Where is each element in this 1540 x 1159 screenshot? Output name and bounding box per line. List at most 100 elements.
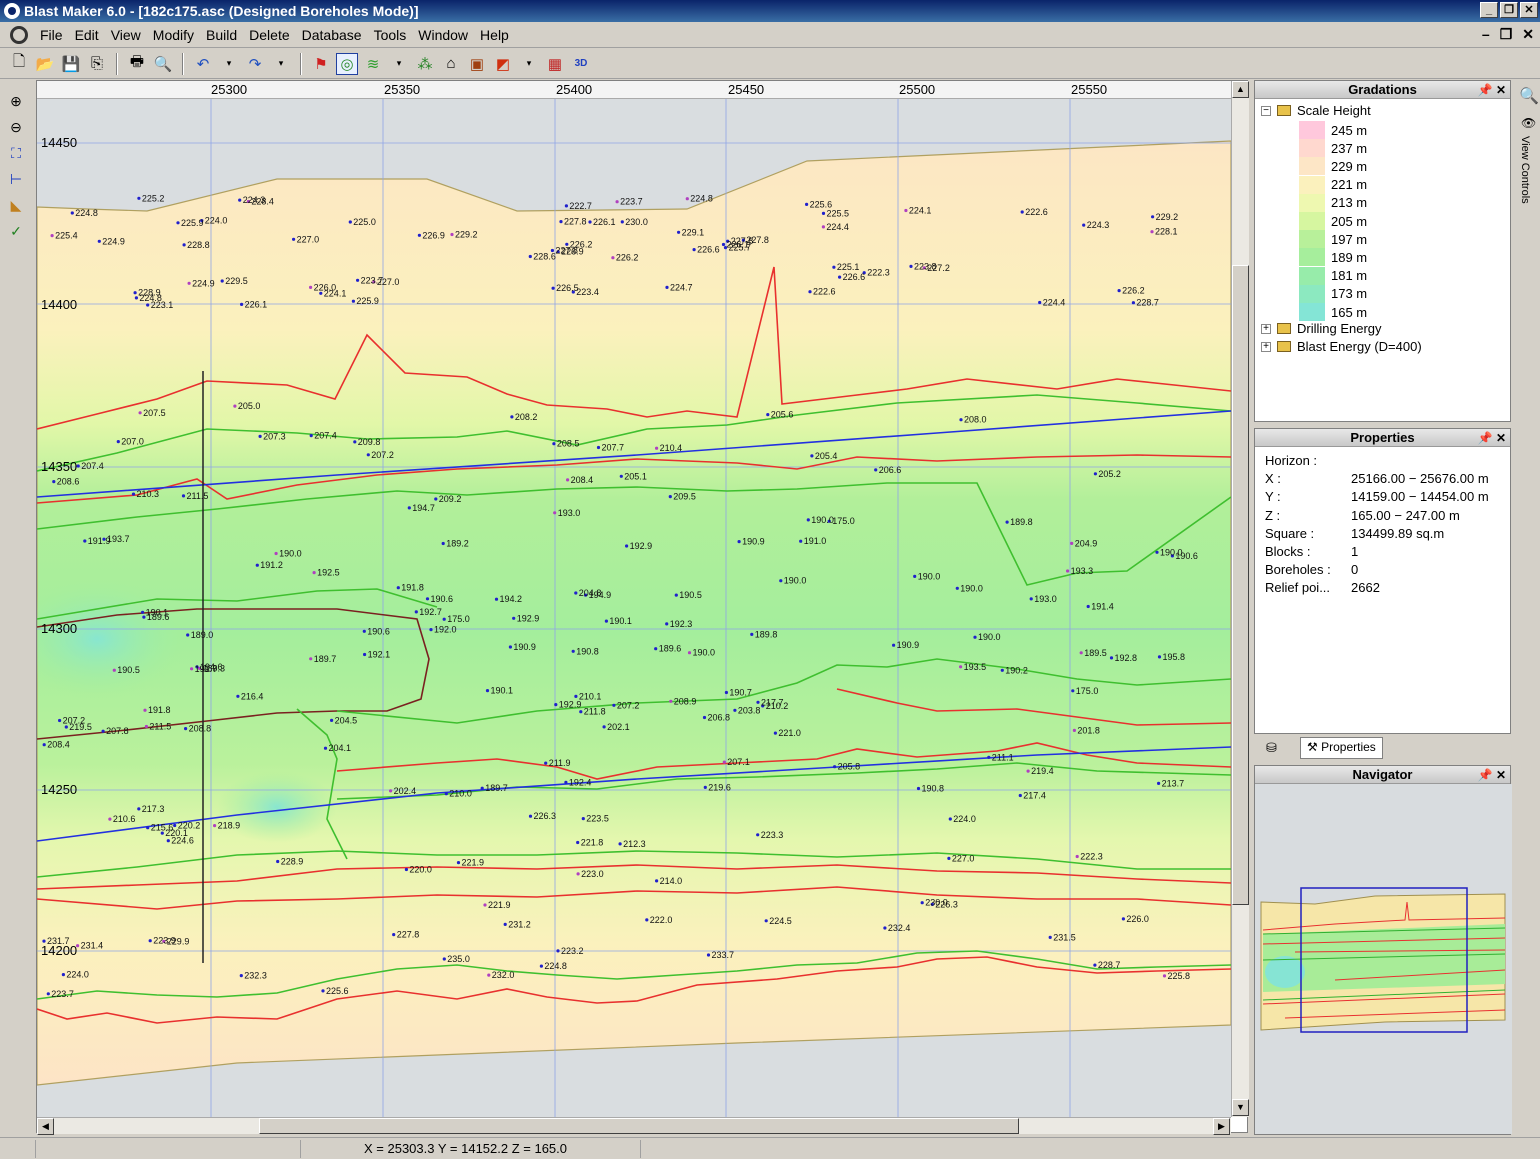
borehole-point[interactable] xyxy=(581,817,585,821)
pin-icon[interactable]: 📌 xyxy=(1478,768,1493,782)
borehole-point[interactable] xyxy=(987,755,991,760)
borehole-point[interactable] xyxy=(665,285,669,289)
menu-edit[interactable]: Edit xyxy=(69,27,105,43)
borehole-point[interactable] xyxy=(213,824,217,828)
borehole-point[interactable] xyxy=(677,230,681,234)
borehole-point[interactable] xyxy=(442,617,446,621)
borehole-point[interactable] xyxy=(1070,541,1074,545)
borehole-point[interactable] xyxy=(233,404,237,408)
borehole-point[interactable] xyxy=(1048,935,1052,940)
borehole-point[interactable] xyxy=(655,879,659,883)
borehole-point[interactable] xyxy=(722,760,726,764)
borehole-point[interactable] xyxy=(892,643,896,647)
borehole-point[interactable] xyxy=(703,785,707,790)
borehole-point[interactable] xyxy=(363,652,367,657)
borehole-point[interactable] xyxy=(1029,597,1033,601)
borehole-point[interactable] xyxy=(137,196,141,200)
copy-icon[interactable]: ⎘ xyxy=(86,53,108,75)
borehole-point[interactable] xyxy=(429,628,433,632)
borehole-point[interactable] xyxy=(138,411,142,415)
borehole-point[interactable] xyxy=(821,225,826,229)
borehole-point[interactable] xyxy=(131,492,136,496)
borehole-point[interactable] xyxy=(724,690,729,695)
menu-delete[interactable]: Delete xyxy=(243,27,295,43)
borehole-point[interactable] xyxy=(425,597,430,601)
borehole-point[interactable] xyxy=(417,233,421,237)
borehole-point[interactable] xyxy=(116,440,120,444)
borehole-point[interactable] xyxy=(52,480,56,484)
borehole-point[interactable] xyxy=(348,220,352,224)
borehole-point[interactable] xyxy=(805,202,809,206)
borehole-point[interactable] xyxy=(750,632,754,637)
borehole-point[interactable] xyxy=(186,633,190,637)
gradation-row[interactable]: 205 m xyxy=(1299,212,1367,230)
borehole-point[interactable] xyxy=(955,586,959,590)
borehole-point[interactable] xyxy=(144,724,148,729)
borehole-point[interactable] xyxy=(483,903,487,907)
borehole-point[interactable] xyxy=(487,973,491,977)
borehole-point[interactable] xyxy=(1026,769,1030,773)
borehole-point[interactable] xyxy=(444,792,448,796)
borehole-point[interactable] xyxy=(330,718,334,723)
borehole-point[interactable] xyxy=(625,544,629,548)
borehole-point[interactable] xyxy=(1162,974,1167,978)
minimize-button[interactable]: _ xyxy=(1480,2,1498,18)
borehole-point[interactable] xyxy=(959,665,963,669)
borehole-point[interactable] xyxy=(553,511,557,515)
borehole-point[interactable] xyxy=(276,859,280,864)
borehole-point[interactable] xyxy=(274,551,278,556)
vertical-scrollbar[interactable]: ▲ ▼ xyxy=(1231,81,1249,1117)
borehole-point[interactable] xyxy=(258,434,262,438)
borehole-point[interactable] xyxy=(1018,793,1022,798)
panel-close-icon[interactable]: ✕ xyxy=(1496,83,1506,97)
panel-close-icon[interactable]: ✕ xyxy=(1496,768,1506,782)
borehole-point[interactable] xyxy=(137,807,141,811)
borehole-point[interactable] xyxy=(668,495,672,499)
horizontal-scrollbar[interactable]: ◀ ▶ xyxy=(37,1117,1231,1135)
contour-icon[interactable]: ◎ xyxy=(336,52,358,75)
borehole-point[interactable] xyxy=(1121,917,1125,921)
borehole-point[interactable] xyxy=(190,667,194,671)
gradation-row[interactable]: 237 m xyxy=(1299,139,1367,158)
close-button[interactable]: ✕ xyxy=(1520,2,1538,18)
borehole-point[interactable] xyxy=(133,291,137,295)
borehole-point[interactable] xyxy=(450,232,454,237)
borehole-point[interactable] xyxy=(1151,215,1155,219)
horizontal-scroll-thumb[interactable] xyxy=(259,1118,1019,1134)
borehole-point[interactable] xyxy=(503,922,507,927)
zoom-in-icon[interactable]: ⊕ xyxy=(5,90,27,112)
borehole-point[interactable] xyxy=(1072,728,1076,733)
borehole-point[interactable] xyxy=(779,579,783,583)
borehole-point[interactable] xyxy=(404,867,408,872)
borehole-point[interactable] xyxy=(480,786,484,790)
borehole-point[interactable] xyxy=(1071,689,1075,693)
borehole-point[interactable] xyxy=(1157,781,1161,786)
tree-root-scale-height[interactable]: − Scale Height xyxy=(1261,103,1371,118)
borehole-point[interactable] xyxy=(61,973,65,977)
borehole-point[interactable] xyxy=(148,939,152,943)
gradation-row[interactable]: 229 m xyxy=(1299,157,1367,176)
vertical-scroll-thumb[interactable] xyxy=(1232,265,1249,905)
borehole-point[interactable] xyxy=(182,243,186,247)
save-icon[interactable]: 💾 xyxy=(60,53,82,75)
borehole-point[interactable] xyxy=(510,415,514,419)
borehole-point[interactable] xyxy=(236,694,240,698)
tree-node-blast-energy[interactable]: + Blast Energy (D=400) xyxy=(1261,339,1422,354)
borehole-point[interactable] xyxy=(574,591,578,595)
borehole-point[interactable] xyxy=(721,242,726,247)
mdi-restore-button[interactable]: ❐ xyxy=(1500,26,1513,43)
borehole-point[interactable] xyxy=(737,540,741,544)
borehole-point[interactable] xyxy=(1000,668,1004,672)
collapse-icon[interactable]: − xyxy=(1261,105,1271,116)
3d-icon[interactable]: 3D xyxy=(570,53,592,75)
borehole-point[interactable] xyxy=(83,539,87,543)
borehole-point[interactable] xyxy=(556,949,560,953)
borehole-point[interactable] xyxy=(309,657,313,661)
menu-database[interactable]: Database xyxy=(296,27,368,43)
borehole-point[interactable] xyxy=(602,725,606,729)
gradation-row[interactable]: 213 m xyxy=(1299,193,1367,212)
borehole-point[interactable] xyxy=(620,220,624,224)
menu-view[interactable]: View xyxy=(105,27,147,43)
menu-tools[interactable]: Tools xyxy=(368,27,413,43)
expand-icon[interactable]: + xyxy=(1261,341,1271,352)
